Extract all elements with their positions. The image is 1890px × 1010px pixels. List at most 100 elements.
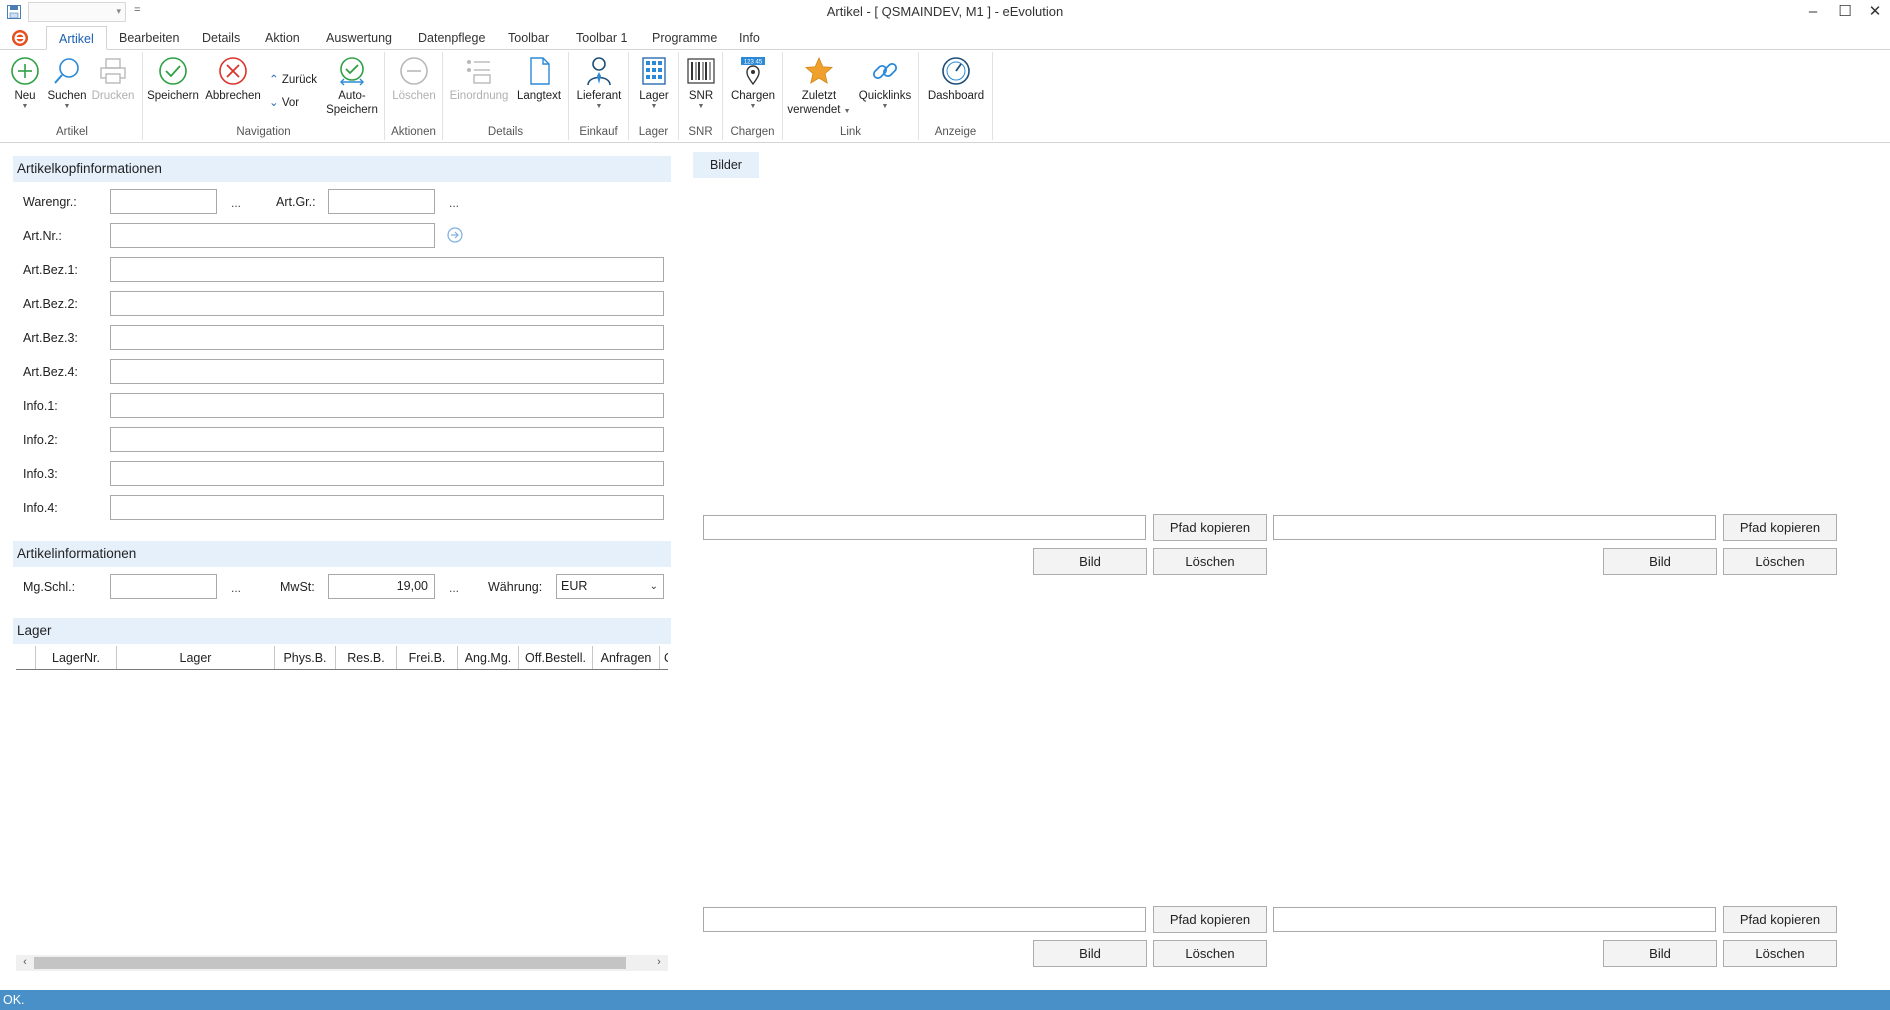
image-2-delete-button[interactable]: Löschen [1723, 548, 1837, 575]
artbez3-label: Art.Bez.3: [23, 331, 78, 345]
image-2-bild-button[interactable]: Bild [1603, 548, 1717, 575]
snr-button[interactable]: SNR ▼ [683, 56, 719, 111]
quicklinks-button[interactable]: Quicklinks ▼ [855, 56, 915, 111]
auto-speichern-button[interactable]: Auto- Speichern [323, 56, 381, 117]
gauge-icon [942, 57, 970, 85]
image-1-path-field[interactable] [703, 515, 1146, 540]
section-header-lager: Lager [13, 618, 671, 644]
chevron-down-icon: ▼ [749, 103, 757, 110]
artbez2-field[interactable] [110, 291, 664, 316]
neu-button[interactable]: Neu ▼ [6, 56, 44, 111]
image-4-copy-path-button[interactable]: Pfad kopieren [1723, 906, 1837, 933]
cancel-icon [219, 57, 247, 85]
image-2-path-field[interactable] [1273, 515, 1716, 540]
image-3-bild-button[interactable]: Bild [1033, 940, 1147, 967]
tab-toolbar-1[interactable]: Toolbar 1 [564, 26, 639, 50]
einordnung-button[interactable]: Einordnung [447, 56, 511, 103]
artgr-field[interactable] [328, 189, 435, 214]
neu-label: Neu [14, 90, 36, 102]
chevron-left-icon[interactable]: ‹ [18, 956, 32, 968]
maximize-button[interactable]: ☐ [1830, 2, 1860, 22]
warengr-label: Warengr.: [23, 195, 77, 209]
lieferant-button[interactable]: Lieferant ▼ [573, 56, 625, 111]
artbez4-label: Art.Bez.4: [23, 365, 78, 379]
image-1-copy-path-button[interactable]: Pfad kopieren [1153, 514, 1267, 541]
column-offbestell[interactable]: Off.Bestell. [519, 646, 593, 669]
image-4-bild-button[interactable]: Bild [1603, 940, 1717, 967]
mgschl-lookup-button[interactable]: ... [231, 581, 241, 595]
vor-button[interactable]: ⌄ Vor [269, 95, 299, 109]
chargen-button[interactable]: 123 45 Chargen ▼ [727, 56, 779, 111]
info3-field[interactable] [110, 461, 664, 486]
ribbon-group-aktionen: Löschen Aktionen [385, 52, 443, 140]
column-lager[interactable]: Lager [117, 646, 275, 669]
close-button[interactable]: ✕ [1860, 2, 1890, 22]
auto-speichern-label-2: Speichern [326, 104, 378, 116]
image-1-bild-button[interactable]: Bild [1033, 548, 1147, 575]
tab-auswertung[interactable]: Auswertung [314, 26, 404, 50]
navigate-arrow-icon[interactable] [447, 227, 463, 243]
tab-info[interactable]: Info [727, 26, 772, 50]
tab-datenpflege[interactable]: Datenpflege [406, 26, 497, 50]
warengr-field[interactable] [110, 189, 217, 214]
image-3-delete-button[interactable]: Löschen [1153, 940, 1267, 967]
image-4-delete-button[interactable]: Löschen [1723, 940, 1837, 967]
mwst-label: MwSt: [280, 580, 315, 594]
column-lagernr[interactable]: LagerNr. [36, 646, 117, 669]
artbez4-field[interactable] [110, 359, 664, 384]
image-4-path-field[interactable] [1273, 907, 1716, 932]
window-title: Artikel - [ QSMAINDEV, M1 ] - eEvolution [826, 4, 1064, 19]
zurueck-button[interactable]: ⌃ Zurück [269, 72, 317, 86]
document-icon [530, 57, 550, 85]
tab-bearbeiten[interactable]: Bearbeiten [107, 26, 191, 50]
image-3-path-field[interactable] [703, 907, 1146, 932]
artbez1-field[interactable] [110, 257, 664, 282]
column-angmg[interactable]: Ang.Mg. [458, 646, 519, 669]
status-bar: OK. [0, 990, 1890, 1010]
langtext-button[interactable]: Langtext [513, 56, 565, 103]
speichern-button[interactable]: Speichern [145, 56, 201, 103]
column-anfragen[interactable]: Anfragen [593, 646, 660, 669]
ribbon-group-navigation: Speichern Abbrechen ⌃ Zurück ⌄ Vor Auto-… [143, 52, 385, 140]
column-freib[interactable]: Frei.B. [397, 646, 458, 669]
tab-aktion[interactable]: Aktion [253, 26, 312, 50]
waehrung-select[interactable]: EUR ⌄ [556, 574, 664, 599]
artgr-lookup-button[interactable]: ... [449, 196, 459, 210]
minimize-button[interactable]: – [1798, 2, 1828, 22]
tab-bilder[interactable]: Bilder [693, 152, 759, 178]
image-3-copy-path-button[interactable]: Pfad kopieren [1153, 906, 1267, 933]
warengr-lookup-button[interactable]: ... [231, 196, 241, 210]
scrollbar-thumb[interactable] [34, 957, 626, 969]
image-2-copy-path-button[interactable]: Pfad kopieren [1723, 514, 1837, 541]
image-1-delete-button[interactable]: Löschen [1153, 548, 1267, 575]
column-resb[interactable]: Res.B. [336, 646, 397, 669]
zuletzt-verwendet-button[interactable]: Zuletzt verwendet ▼ [787, 56, 851, 119]
tab-artikel[interactable]: Artikel [46, 26, 107, 50]
info1-field[interactable] [110, 393, 664, 418]
tab-toolbar[interactable]: Toolbar [496, 26, 561, 50]
drucken-button[interactable]: Drucken [90, 56, 136, 103]
tab-details[interactable]: Details [190, 26, 252, 50]
column-of[interactable]: Of [660, 646, 668, 669]
artbez3-field[interactable] [110, 325, 664, 350]
mwst-lookup-button[interactable]: ... [449, 581, 459, 595]
info4-field[interactable] [110, 495, 664, 520]
ribbon: Neu ▼ Suchen ▼ Drucken Artikel Speichern… [0, 50, 1890, 143]
group-label-anzeige: Anzeige [934, 126, 977, 138]
artnr-field[interactable] [110, 223, 435, 248]
mwst-field[interactable]: 19,00 [328, 574, 435, 599]
mgschl-field[interactable] [110, 574, 217, 599]
info2-field[interactable] [110, 427, 664, 452]
dashboard-label: Dashboard [927, 90, 985, 102]
abbrechen-button[interactable]: Abbrechen [203, 56, 263, 103]
dashboard-button[interactable]: Dashboard [923, 56, 989, 103]
loeschen-button[interactable]: Löschen [389, 56, 439, 103]
suchen-button[interactable]: Suchen ▼ [44, 56, 90, 111]
tab-programme[interactable]: Programme [640, 26, 729, 50]
lager-horizontal-scrollbar[interactable]: ‹ › [16, 955, 668, 971]
ribbon-group-anzeige: Dashboard Anzeige [919, 52, 993, 140]
chevron-right-icon[interactable]: › [652, 956, 666, 968]
lager-button[interactable]: Lager ▼ [633, 56, 675, 111]
app-menu-icon[interactable] [10, 28, 30, 48]
column-physb[interactable]: Phys.B. [275, 646, 336, 669]
